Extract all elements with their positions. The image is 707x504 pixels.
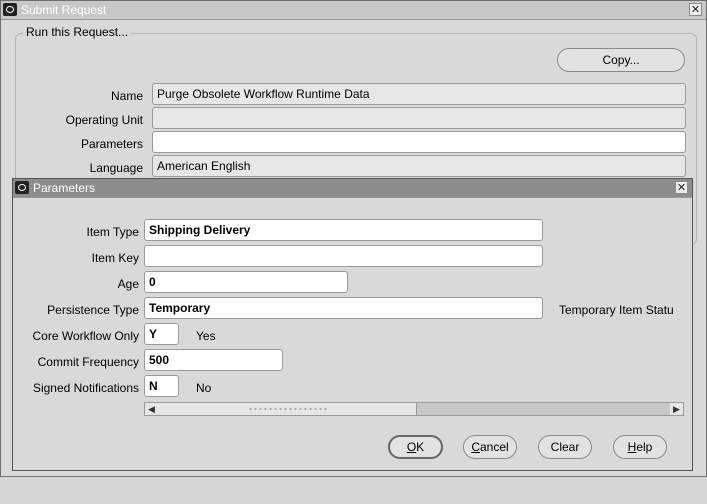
name-field[interactable]: Purge Obsolete Workflow Runtime Data xyxy=(152,83,686,105)
cancel-button[interactable]: Cancel xyxy=(463,435,517,459)
age-label: Age xyxy=(117,277,139,291)
core-workflow-only-description: Yes xyxy=(196,329,216,343)
run-request-group-label: Run this Request... xyxy=(23,25,132,39)
item-type-field[interactable]: Shipping Delivery xyxy=(144,219,543,241)
close-icon[interactable]: ✕ xyxy=(675,181,688,194)
oracle-logo-icon xyxy=(15,181,29,194)
operating-unit-field[interactable] xyxy=(152,107,686,129)
name-label: Name xyxy=(110,89,143,103)
persistence-type-description: Temporary Item Statu xyxy=(559,303,674,317)
ok-button[interactable]: OK xyxy=(388,435,443,459)
submit-request-titlebar[interactable]: Submit Request ✕ xyxy=(1,1,706,20)
cancel-button-label: ancel xyxy=(479,440,509,454)
signed-notifications-description: No xyxy=(196,381,212,395)
grip-icon xyxy=(248,407,328,411)
oracle-logo-icon xyxy=(3,3,17,16)
commit-frequency-label: Commit Frequency xyxy=(37,355,139,369)
operating-unit-label: Operating Unit xyxy=(65,113,143,127)
commit-frequency-field[interactable]: 500 xyxy=(144,349,283,371)
copy-button[interactable]: Copy... xyxy=(557,48,685,72)
item-key-label: Item Key xyxy=(91,251,139,265)
signed-notifications-field[interactable]: N xyxy=(144,375,179,397)
parameters-label: Parameters xyxy=(80,137,143,151)
close-icon[interactable]: ✕ xyxy=(689,3,702,16)
language-field[interactable]: American English xyxy=(152,155,686,177)
age-field[interactable]: 0 xyxy=(144,271,348,293)
core-workflow-only-field[interactable]: Y xyxy=(144,323,179,345)
help-button[interactable]: Help xyxy=(613,435,667,459)
scrollbar-thumb[interactable] xyxy=(158,403,417,415)
item-key-field[interactable] xyxy=(144,245,543,267)
parameters-window: Parameters ✕ Item Type Shipping Delivery… xyxy=(12,178,693,471)
ok-button-label: K xyxy=(416,440,425,454)
persistence-type-field[interactable]: Temporary xyxy=(144,297,543,319)
clear-button[interactable]: Clear xyxy=(538,435,592,459)
parameters-titlebar[interactable]: Parameters ✕ xyxy=(13,179,692,198)
item-type-label: Item Type xyxy=(86,225,139,239)
cancel-button-mnemonic: C xyxy=(471,440,480,454)
language-label: Language xyxy=(89,161,143,175)
horizontal-scrollbar[interactable]: ◀ ▶ xyxy=(144,402,684,416)
arrow-right-icon[interactable]: ▶ xyxy=(670,403,683,415)
ok-button-mnemonic: O xyxy=(406,440,417,454)
help-button-label: elp xyxy=(636,440,653,454)
arrow-left-icon[interactable]: ◀ xyxy=(145,403,158,415)
window-title: Submit Request xyxy=(21,3,107,17)
parameters-field[interactable] xyxy=(152,131,686,153)
window-title: Parameters xyxy=(33,181,96,195)
persistence-type-label: Persistence Type xyxy=(47,303,139,317)
signed-notifications-label: Signed Notifications xyxy=(32,381,139,395)
core-workflow-only-label: Core Workflow Only xyxy=(32,329,139,343)
